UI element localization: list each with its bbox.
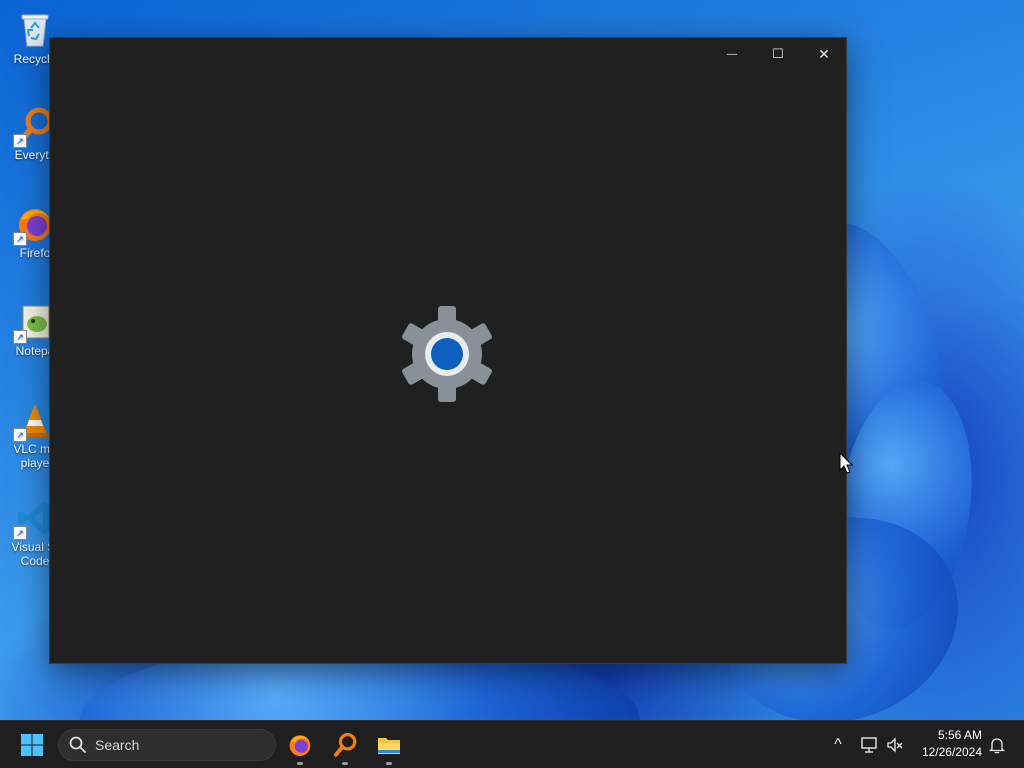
shortcut-arrow-icon: ↗ xyxy=(13,134,27,148)
shortcut-arrow-icon: ↗ xyxy=(13,232,27,246)
close-icon: ✕ xyxy=(818,45,830,62)
windows-start-icon[interactable] xyxy=(20,733,44,757)
running-indicator xyxy=(297,762,303,765)
taskbar: Search ^ 5:56 AM 12/26/2024 xyxy=(0,720,1024,768)
tray-overflow-button[interactable]: ^ xyxy=(826,733,850,757)
minimize-icon: — xyxy=(727,48,737,60)
firefox-icon xyxy=(289,735,311,757)
taskbar-app-firefox[interactable] xyxy=(284,729,316,765)
shortcut-arrow-icon: ↗ xyxy=(13,330,27,344)
notifications-button[interactable] xyxy=(985,733,1009,757)
network-icon xyxy=(861,737,877,753)
shortcut-arrow-icon: ↗ xyxy=(13,526,27,540)
taskbar-app-everything[interactable] xyxy=(329,729,361,765)
maximize-icon: ☐ xyxy=(772,46,784,61)
running-indicator xyxy=(342,762,348,765)
volume-muted-icon xyxy=(887,737,903,753)
mouse-cursor-icon xyxy=(839,452,853,474)
running-indicator xyxy=(386,762,392,765)
network-status-button[interactable] xyxy=(857,733,881,757)
taskbar-search-box[interactable]: Search xyxy=(58,729,276,761)
taskbar-clock[interactable]: 5:56 AM 12/26/2024 xyxy=(912,727,982,761)
chevron-up-icon: ^ xyxy=(834,736,842,753)
close-button[interactable]: ✕ xyxy=(801,38,847,70)
desktop-background: Recycle ↗ Everyth ↗ Firefo ↗ Notepa ↗ VL… xyxy=(0,0,1024,720)
volume-status-button[interactable] xyxy=(883,733,907,757)
search-placeholder: Search xyxy=(95,737,140,753)
bell-icon xyxy=(988,738,1006,754)
settings-window[interactable]: — ☐ ✕ xyxy=(49,37,847,664)
search-icon xyxy=(69,736,86,753)
clock-time: 5:56 AM xyxy=(937,728,982,742)
clock-date: 12/26/2024 xyxy=(921,745,982,759)
shortcut-arrow-icon: ↗ xyxy=(13,428,27,442)
taskbar-app-file-explorer[interactable] xyxy=(373,729,405,765)
everything-search-icon xyxy=(333,732,357,757)
maximize-button[interactable]: ☐ xyxy=(755,38,801,70)
minimize-button[interactable]: — xyxy=(709,38,755,70)
file-explorer-icon xyxy=(378,738,400,754)
settings-gear-icon xyxy=(402,306,492,402)
